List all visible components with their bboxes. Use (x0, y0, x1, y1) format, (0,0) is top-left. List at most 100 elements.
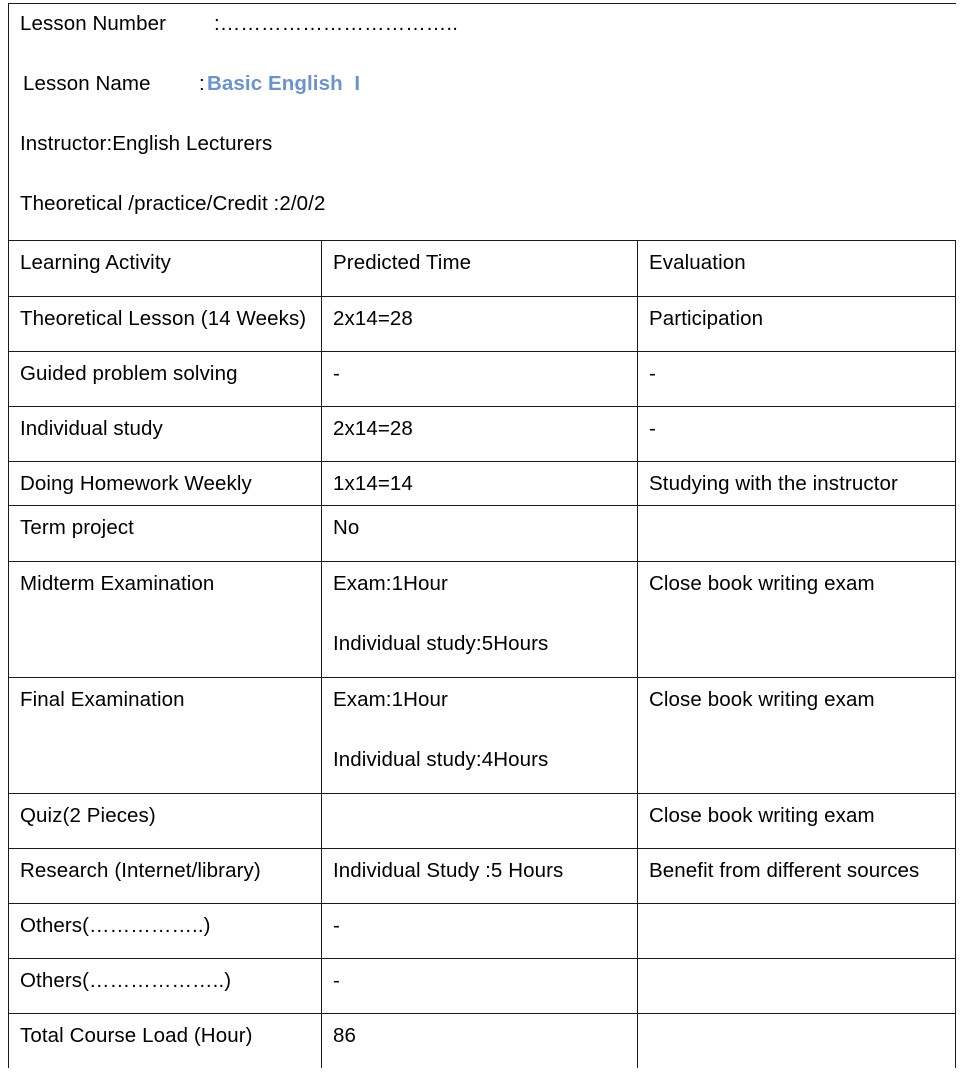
cell-text (638, 959, 955, 968)
cell-text-stack: Exam:1Hour Individual study:5Hours (322, 562, 637, 656)
cell-text: - (333, 362, 340, 385)
cell-text: Studying with the instructor (649, 472, 898, 495)
cell-text: Quiz(2 Pieces) (20, 804, 156, 827)
cell-text: - (333, 969, 340, 992)
table-row: Theoretical Lesson (14 Weeks) 2x14=28 Pa… (8, 296, 957, 352)
column-header-label: Evaluation (649, 251, 746, 274)
cell-activity: Theoretical Lesson (14 Weeks) (8, 296, 322, 352)
column-header-label: Learning Activity (20, 251, 171, 274)
cell-evaluation: - (636, 406, 957, 462)
cell-evaluation: Close book writing exam (636, 793, 957, 849)
table-row: Total Course Load (Hour) 86 (8, 1013, 957, 1068)
cell-text (322, 794, 637, 803)
cell-activity: Quiz(2 Pieces) (8, 793, 322, 849)
cell-text: Individual study (20, 417, 163, 440)
document-page: Lesson Number :…………………………….. Lesson Name… (0, 0, 960, 1075)
cell-text: Individual Study :5 Hours (333, 859, 564, 882)
cell-text: 2x14=28 (333, 307, 413, 330)
cell-text: No (333, 516, 360, 539)
cell-time: Individual Study :5 Hours (321, 848, 638, 904)
cell-activity: Others(……………..) (8, 903, 322, 959)
cell-time: 1x14=14 (321, 461, 638, 506)
cell-evaluation: - (636, 351, 957, 407)
cell-text: 86 (333, 1024, 357, 1047)
cell-text (638, 1014, 955, 1023)
cell-evaluation: Close book writing exam (636, 677, 957, 794)
cell-text: Term project (20, 516, 134, 539)
table-row: Guided problem solving - - (8, 351, 957, 407)
cell-time: 86 (321, 1013, 638, 1068)
column-header-predicted-time: Predicted Time (321, 240, 638, 297)
cell-text: Research (Internet/library) (20, 859, 261, 882)
cell-text: - (649, 362, 656, 385)
cell-evaluation: Close book writing exam (636, 561, 957, 678)
cell-activity: Research (Internet/library) (8, 848, 322, 904)
cell-time: Exam:1Hour Individual study:4Hours (321, 677, 638, 794)
cell-activity: Total Course Load (Hour) (8, 1013, 322, 1068)
table-row: Individual study 2x14=28 - (8, 406, 957, 462)
cell-text: Others(………………..) (20, 969, 232, 992)
cell-text: - (649, 417, 656, 440)
cell-evaluation (636, 1013, 957, 1068)
lesson-number-value: :…………………………….. (214, 12, 458, 35)
table-row: Final Examination Exam:1Hour Individual … (8, 677, 957, 794)
cell-text: 1x14=14 (333, 472, 413, 495)
cell-time: - (321, 958, 638, 1014)
cell-time: - (321, 351, 638, 407)
cell-activity: Others(………………..) (8, 958, 322, 1014)
instructor-line: Instructor:English Lecturers (20, 132, 273, 155)
table-row: Doing Homework Weekly 1x14=14 Studying w… (8, 461, 957, 506)
table-header-row: Learning Activity Predicted Time Evaluat… (8, 240, 957, 297)
cell-time: Exam:1Hour Individual study:5Hours (321, 561, 638, 678)
cell-text-line1: Exam:1Hour (333, 688, 448, 711)
cell-text: Final Examination (20, 688, 185, 711)
column-header-learning-activity: Learning Activity (8, 240, 322, 297)
lesson-name-value: Basic English I (207, 72, 361, 95)
table-row: Research (Internet/library) Individual S… (8, 848, 957, 904)
cell-activity: Term project (8, 505, 322, 562)
cell-evaluation (636, 903, 957, 959)
cell-evaluation: Benefit from different sources (636, 848, 957, 904)
cell-text: Doing Homework Weekly (20, 472, 252, 495)
cell-text: Close book writing exam (649, 572, 875, 595)
cell-evaluation: Studying with the instructor (636, 461, 957, 506)
cell-time (321, 793, 638, 849)
course-load-table: Lesson Number :…………………………….. Lesson Name… (7, 3, 957, 1068)
cell-evaluation: Participation (636, 296, 957, 352)
cell-text: Midterm Examination (20, 572, 215, 595)
cell-text: Close book writing exam (649, 688, 875, 711)
table-row: Others(………………..) - (8, 958, 957, 1014)
credit-line: Theoretical /practice/Credit :2/0/2 (20, 192, 326, 215)
cell-text: Participation (649, 307, 764, 330)
lesson-name-label: Lesson Name (23, 72, 151, 95)
column-header-evaluation: Evaluation (636, 240, 957, 297)
table-row: Term project No (8, 505, 957, 562)
lesson-number-label: Lesson Number (20, 12, 167, 35)
cell-time: No (321, 505, 638, 562)
header-row: Lesson Number :…………………………….. Lesson Name… (7, 3, 956, 241)
cell-text (638, 904, 955, 913)
cell-text: Close book writing exam (649, 804, 875, 827)
cell-activity: Guided problem solving (8, 351, 322, 407)
cell-text-line1: Exam:1Hour (333, 572, 448, 595)
cell-evaluation (636, 958, 957, 1014)
cell-activity: Midterm Examination (8, 561, 322, 678)
cell-text-stack: Exam:1Hour Individual study:4Hours (322, 678, 637, 772)
cell-time: - (321, 903, 638, 959)
cell-activity: Individual study (8, 406, 322, 462)
cell-text: Guided problem solving (20, 362, 238, 385)
cell-time: 2x14=28 (321, 296, 638, 352)
cell-text: Benefit from different sources (649, 859, 920, 882)
column-header-label: Predicted Time (333, 251, 472, 274)
cell-text-line2: Individual study:4Hours (333, 748, 549, 771)
lesson-name-colon: : (199, 72, 205, 95)
cell-text: Theoretical Lesson (14 Weeks) (20, 307, 307, 330)
cell-evaluation (636, 505, 957, 562)
cell-text-line2: Individual study:5Hours (333, 632, 549, 655)
cell-time: 2x14=28 (321, 406, 638, 462)
cell-activity: Doing Homework Weekly (8, 461, 322, 506)
cell-text: Total Course Load (Hour) (20, 1024, 253, 1047)
lesson-header-block: Lesson Number :…………………………….. Lesson Name… (7, 3, 956, 241)
table-row: Midterm Examination Exam:1Hour Individua… (8, 561, 957, 678)
table-row: Others(……………..) - (8, 903, 957, 959)
